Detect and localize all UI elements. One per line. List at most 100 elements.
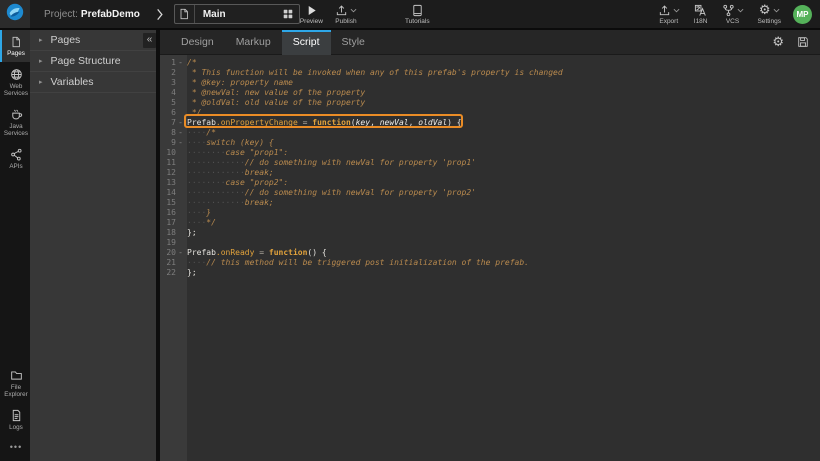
page-icon bbox=[10, 36, 22, 48]
code-line: 16····} bbox=[160, 208, 820, 218]
app-window: Project:PrefabDemo Main PreviewPublishTu… bbox=[0, 0, 820, 461]
button-label: Preview bbox=[300, 18, 323, 25]
fold-spacer bbox=[176, 208, 185, 218]
code-line: 4 * @newVal: new value of the property bbox=[160, 88, 820, 98]
code-token: Prefab bbox=[187, 248, 216, 257]
sidebar-item-label: Java Services bbox=[3, 123, 29, 137]
sidebar-item-java-services[interactable]: Java Services bbox=[0, 102, 30, 142]
publish-button[interactable]: Publish bbox=[335, 3, 357, 25]
tab-style[interactable]: Style bbox=[331, 30, 376, 55]
sidebar-item-label: File Explorer bbox=[3, 384, 29, 398]
line-number: 5 bbox=[160, 98, 176, 108]
panel-section-pages[interactable]: ▸Pages bbox=[30, 30, 156, 51]
fold-marker[interactable]: - bbox=[176, 58, 185, 68]
code-token: switch (key) { bbox=[206, 138, 273, 147]
gear-icon: ⚙ bbox=[759, 4, 771, 17]
line-number: 19 bbox=[160, 238, 176, 248]
expand-arrow-icon: ▸ bbox=[39, 78, 43, 86]
preview-button[interactable]: Preview bbox=[300, 3, 323, 25]
code-token: break; bbox=[245, 198, 274, 207]
globe-icon bbox=[10, 68, 23, 81]
code-line: 21····// this method will be triggered p… bbox=[160, 258, 820, 268]
code-text: }; bbox=[185, 268, 820, 278]
code-token: // do something with newVal for property… bbox=[245, 158, 476, 167]
panel-section-label: Variables bbox=[51, 76, 94, 88]
sidebar-item-file-explorer[interactable]: File Explorer bbox=[0, 363, 30, 403]
code-line: 15············break; bbox=[160, 198, 820, 208]
tab-toolbar: ⚙ bbox=[772, 36, 820, 49]
panel-section-variables[interactable]: ▸ Variables bbox=[30, 72, 156, 93]
code-token: = bbox=[254, 248, 268, 257]
code-text: ····} bbox=[185, 208, 820, 218]
code-token: ···· bbox=[187, 258, 206, 267]
sidebar-item-pages[interactable]: Pages bbox=[0, 30, 30, 62]
sidebar-item-more[interactable]: ••• bbox=[0, 436, 30, 457]
sidebar-item-logs[interactable]: Logs bbox=[0, 403, 30, 436]
fold-spacer bbox=[176, 78, 185, 88]
code-text: ············// do something with newVal … bbox=[185, 188, 820, 198]
code-token: /* bbox=[206, 128, 216, 137]
fold-marker[interactable]: - bbox=[176, 248, 185, 258]
code-token: oldVal bbox=[418, 118, 447, 127]
code-text: * @oldVal: old value of the property bbox=[185, 98, 820, 108]
gear-icon[interactable]: ⚙ bbox=[772, 36, 784, 49]
tutorials-button[interactable]: Tutorials bbox=[405, 3, 430, 25]
fold-marker[interactable]: - bbox=[176, 128, 185, 138]
sidebar-item-apis[interactable]: APIs bbox=[0, 142, 30, 175]
fold-marker[interactable]: - bbox=[176, 118, 185, 128]
code-token: * @oldVal: old value of the property bbox=[187, 98, 365, 107]
sidebar-item-label: Pages bbox=[7, 50, 25, 57]
export-icon bbox=[658, 4, 671, 17]
code-token: = bbox=[298, 118, 312, 127]
script-editor[interactable]: 1-/*2 * This function will be invoked wh… bbox=[160, 55, 820, 461]
line-number: 3 bbox=[160, 78, 176, 88]
fold-spacer bbox=[176, 158, 185, 168]
topbar-right-actions: Export I18N VCS ⚙Settings MP bbox=[651, 3, 820, 25]
avatar[interactable]: MP bbox=[793, 5, 812, 24]
tab-design[interactable]: Design bbox=[170, 30, 225, 55]
topbar: Project:PrefabDemo Main PreviewPublishTu… bbox=[0, 0, 820, 28]
code-token: } bbox=[206, 208, 211, 217]
code-text: ····// this method will be triggered pos… bbox=[185, 258, 820, 268]
export-button[interactable]: Export bbox=[658, 3, 680, 25]
code-token: // do something with newVal for property… bbox=[245, 188, 476, 197]
fold-spacer bbox=[176, 68, 185, 78]
panel-collapse-button[interactable]: « bbox=[143, 33, 156, 48]
code-token: ···· bbox=[187, 218, 206, 227]
code-token: // this method will be triggered post in… bbox=[206, 258, 529, 267]
code-text: * @newVal: new value of the property bbox=[185, 88, 820, 98]
code-token: .onReady bbox=[216, 248, 255, 257]
page-selector[interactable]: Main bbox=[174, 4, 300, 24]
fold-marker[interactable]: - bbox=[176, 138, 185, 148]
i18n-button[interactable]: I18N bbox=[694, 3, 708, 25]
sidebar-item-web-services[interactable]: Web Services bbox=[0, 62, 30, 102]
code-line: 5 * @oldVal: old value of the property bbox=[160, 98, 820, 108]
code-token: /* bbox=[187, 58, 197, 67]
tab-markup[interactable]: Markup bbox=[225, 30, 282, 55]
vcs-button[interactable]: VCS bbox=[722, 3, 744, 25]
code-text: ············// do something with newVal … bbox=[185, 158, 820, 168]
code-token: break; bbox=[245, 168, 274, 177]
play-icon bbox=[305, 4, 318, 17]
sidebar-item-label: Web Services bbox=[3, 83, 29, 97]
tab-script[interactable]: Script bbox=[282, 30, 331, 55]
code-token: ···· bbox=[187, 128, 206, 137]
code-line: 2 * This function will be invoked when a… bbox=[160, 68, 820, 78]
panel-section-page-structure[interactable]: ▸Page Structure bbox=[30, 51, 156, 72]
code-line: 20-Prefab.onReady = function() { bbox=[160, 248, 820, 258]
code-token: */ bbox=[206, 218, 216, 227]
code-token: }; bbox=[187, 268, 197, 277]
line-number: 2 bbox=[160, 68, 176, 78]
code-text: Prefab.onReady = function() { bbox=[185, 248, 820, 258]
code-token: ············ bbox=[187, 188, 245, 197]
line-number: 9 bbox=[160, 138, 176, 148]
caret-icon bbox=[737, 8, 744, 13]
code-text: ········case "prop1": bbox=[185, 148, 820, 158]
line-number: 22 bbox=[160, 268, 176, 278]
grid-icon[interactable] bbox=[277, 8, 299, 20]
save-icon[interactable] bbox=[797, 36, 809, 48]
settings-button[interactable]: ⚙Settings bbox=[758, 3, 782, 25]
line-number: 18 bbox=[160, 228, 176, 238]
chevron-right-icon[interactable] bbox=[156, 8, 164, 21]
coffee-icon bbox=[10, 108, 23, 121]
